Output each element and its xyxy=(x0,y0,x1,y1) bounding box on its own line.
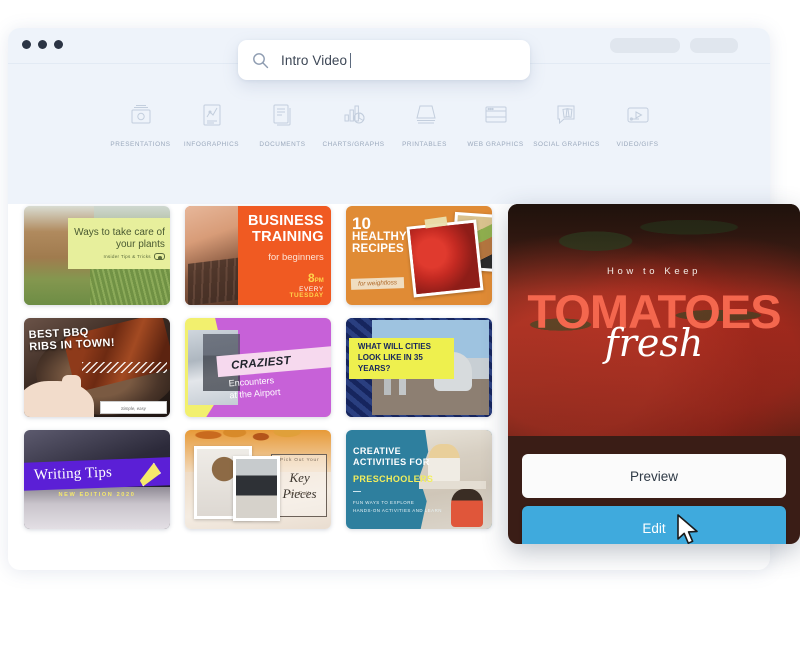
toolbar-placeholder-1[interactable] xyxy=(610,38,680,53)
search-input[interactable]: Intro Video xyxy=(281,52,352,68)
card-time-unit: PM xyxy=(314,277,324,284)
card-title: WHAT WILL CITIES LOOK LIKE IN 35 YEARS? xyxy=(357,342,431,373)
web-graphic-icon xyxy=(479,98,513,132)
template-card-bbq-ribs[interactable]: BEST BBQ RIBS IN TOWN! Simple, easy xyxy=(24,318,170,417)
category-list: PRESENTATIONS INFOGRAPHICS DOCUMENTS CHA… xyxy=(8,98,770,148)
card-photo-child-2 xyxy=(451,489,484,528)
card-subtitle-line1: FUN WAYS TO EXPLORE xyxy=(353,500,415,506)
template-card-craziest-airport[interactable]: CRAZIEST Encounters at the Airport xyxy=(185,318,331,417)
close-icon[interactable] xyxy=(22,40,31,49)
template-grid: Ways to take care of your plants Insider… xyxy=(24,206,514,529)
screen: PRESENTATIONS INFOGRAPHICS DOCUMENTS CHA… xyxy=(0,0,800,658)
preview-script-word: fresh xyxy=(604,321,704,365)
card-subtitle-line2: HANDS-ON ACTIVITIES AND LEARN xyxy=(353,507,442,513)
toolbar-placeholder-2[interactable] xyxy=(690,38,738,53)
card-text-panel: WHAT WILL CITIES LOOK LIKE IN 35 YEARS? xyxy=(348,337,455,380)
card-title-line3: PRESCHOOLERS xyxy=(353,473,434,484)
printable-icon xyxy=(408,98,442,132)
card-title-line1: BUSINESS xyxy=(247,212,324,229)
search-bar[interactable]: Intro Video xyxy=(238,40,530,80)
category-label: PRESENTATIONS xyxy=(110,141,171,148)
card-day-label: TUESDAY xyxy=(289,292,324,300)
card-title-line1: CREATIVE xyxy=(353,445,402,456)
category-social-graphics[interactable]: SOCIAL GRAPHICS xyxy=(531,98,602,148)
search-input-value: Intro Video xyxy=(281,52,348,68)
category-label: WEB GRAPHICS xyxy=(467,141,524,148)
card-kicker: Pick Out Your xyxy=(279,457,320,463)
category-presentations[interactable]: PRESENTATIONS xyxy=(105,98,176,148)
card-subtitle: for beginners xyxy=(268,251,324,263)
category-web-graphics[interactable]: WEB GRAPHICS xyxy=(460,98,531,148)
card-title: Ways to take care of your plants xyxy=(74,227,165,250)
card-title-line2: RECIPES xyxy=(352,243,404,256)
leaf-badge-icon xyxy=(153,253,165,261)
category-printables[interactable]: PRINTABLES xyxy=(389,98,460,148)
preview-button[interactable]: Preview xyxy=(522,454,786,498)
maximize-icon[interactable] xyxy=(54,40,63,49)
preview-kicker: How to Keep xyxy=(607,266,701,277)
toolbar-placeholders xyxy=(610,38,738,53)
card-text-panel: Ways to take care of your plants Insider… xyxy=(67,217,170,270)
template-card-writing-tips[interactable]: Writing Tips NEW EDITION 2020 xyxy=(24,430,170,529)
presentation-icon xyxy=(124,98,158,132)
window-controls[interactable] xyxy=(22,40,63,49)
template-card-key-pieces[interactable]: Pick Out Your Key Pieces for Fall xyxy=(185,430,331,529)
card-title: CREATIVE ACTIVITIES FOR xyxy=(353,446,430,469)
category-nav: PRESENTATIONS INFOGRAPHICS DOCUMENTS CHA… xyxy=(8,64,770,204)
card-title: BEST BBQ RIBS IN TOWN! xyxy=(28,325,115,354)
category-infographics[interactable]: INFOGRAPHICS xyxy=(176,98,247,148)
category-charts-graphs[interactable]: CHARTS/GRAPHS xyxy=(318,98,389,148)
template-card-cities[interactable]: WHAT WILL CITIES LOOK LIKE IN 35 YEARS? xyxy=(346,318,492,417)
card-label-text: Simple, easy xyxy=(120,406,146,411)
card-tag: for weightloss xyxy=(350,277,405,290)
social-graphic-icon xyxy=(550,98,584,132)
edit-button[interactable]: Edit xyxy=(522,506,786,544)
chart-icon xyxy=(337,98,371,132)
category-label: DOCUMENTS xyxy=(259,141,306,148)
template-card-healthy-recipes[interactable]: 10 HEALTHY RECIPES for weightloss xyxy=(346,206,492,305)
card-ribbon-text: CRAZIEST xyxy=(230,353,292,372)
preview-actions: Preview Edit xyxy=(508,436,800,544)
template-card-plants[interactable]: Ways to take care of your plants Insider… xyxy=(24,206,170,305)
card-schedule: 8PM EVERY TUESDAY xyxy=(290,270,324,300)
category-documents[interactable]: DOCUMENTS xyxy=(247,98,318,148)
category-label: INFOGRAPHICS xyxy=(183,141,240,148)
card-title-line2: ACTIVITIES FOR xyxy=(353,457,430,468)
template-preview-panel: How to Keep TOMATOES fresh Preview Edit xyxy=(508,204,800,544)
card-label-box: Simple, easy xyxy=(99,401,167,414)
category-label: SOCIAL GRAPHICS xyxy=(533,141,600,148)
card-number: 10 xyxy=(352,214,371,233)
card-time: 8 xyxy=(308,270,315,285)
card-subtitle: for Fall xyxy=(289,491,310,498)
card-subtitle: NEW EDITION 2020 xyxy=(58,492,136,499)
card-title: BUSINESS TRAINING xyxy=(243,212,324,245)
template-card-creative-preschoolers[interactable]: CREATIVE ACTIVITIES FOR PRESCHOOLERS FUN… xyxy=(346,430,492,529)
search-icon xyxy=(252,52,269,69)
card-subtitle: FUN WAYS TO EXPLORE HANDS-ON ACTIVITIES … xyxy=(353,499,442,514)
template-card-business-training[interactable]: BUSINESS TRAINING for beginners 8PM EVER… xyxy=(185,206,331,305)
card-title: 10 HEALTHY RECIPES xyxy=(352,215,407,256)
minimize-icon[interactable] xyxy=(38,40,47,49)
category-label: CHARTS/GRAPHS xyxy=(322,141,385,148)
card-subtitle-text: Insider Tips & Tricks xyxy=(103,254,151,260)
zigzag-decoration xyxy=(82,361,167,373)
card-photo-strawberries xyxy=(406,219,484,298)
card-thumb-illustration xyxy=(61,375,81,410)
category-video-gifs[interactable]: VIDEO/GIFS xyxy=(602,98,673,148)
text-caret xyxy=(350,52,352,68)
infographic-icon xyxy=(195,98,229,132)
category-label: VIDEO/GIFS xyxy=(616,141,659,148)
card-subtitle: Insider Tips & Tricks xyxy=(103,253,165,261)
video-icon xyxy=(621,98,655,132)
divider xyxy=(353,491,361,493)
card-title-line2: TRAINING xyxy=(252,228,324,245)
mouse-pointer-icon xyxy=(676,514,702,546)
document-icon xyxy=(266,98,300,132)
card-title: Writing Tips xyxy=(33,464,113,484)
category-label: PRINTABLES xyxy=(402,141,447,148)
